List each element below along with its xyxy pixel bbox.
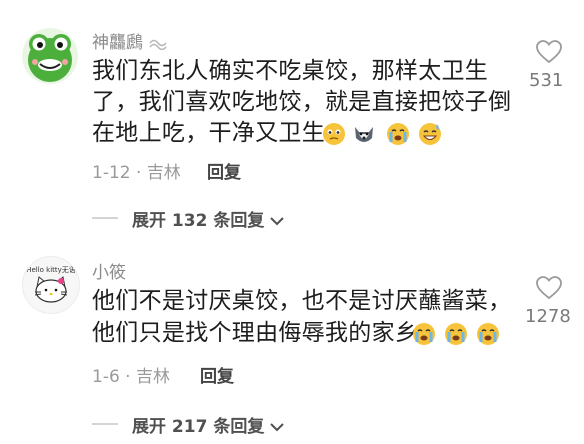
reply-button[interactable]: 回复 [207,158,241,183]
hello-kitty-icon [34,276,68,303]
comment-date: 1-12 [92,163,131,183]
comment-username[interactable]: 神龘鷉 [92,28,170,53]
frog-icon [28,34,72,82]
expand-replies-label[interactable]: 展开 217 条回复 [132,412,284,437]
pleading-face-emoji-icon [323,123,345,145]
frog-avatar[interactable] [22,28,78,84]
crying-face-emoji-icon [387,123,409,145]
expand-divider [92,217,118,219]
like-button[interactable] [528,276,568,306]
like-button[interactable] [528,40,568,70]
crying-face-emoji-icon [477,323,499,345]
comment-text-line: 他们不是讨厌桌饺，也不是讨厌蘸酱菜， [92,288,512,314]
comment-username[interactable]: 小筱 [92,258,126,283]
comment-meta: 1-12 · 吉林 [92,158,181,183]
crying-face-emoji-icon [445,323,467,345]
comment-location: 吉林 [146,163,181,183]
meta-dot: · [130,163,147,183]
comment-meta: 1-6 · 吉林 [92,362,170,387]
chevron-down-icon [270,423,284,432]
husky-emoji-icon [355,127,373,142]
like-count: 1278 [525,306,571,327]
chevron-down-icon [270,217,284,226]
reply-button[interactable]: 回复 [200,362,234,387]
sweat-grin-emoji-icon [419,123,441,145]
wave-icon [149,39,168,51]
crying-face-emoji-icon [413,323,435,345]
comment-location: 吉林 [136,367,170,387]
heart-icon [536,40,562,64]
hello-kitty-avatar[interactable]: Hello kitty无语 [22,256,80,314]
comment-text-line: 他们只是找个理由侮辱我的家乡 [92,320,419,346]
comment-text-line: 了，我们喜欢吃地饺，就是直接把饺子倒 [92,89,512,115]
expand-replies-label[interactable]: 展开 132 条回复 [132,206,284,231]
meta-dot: · [119,367,136,387]
comment-text-line: 在地上吃，干净又卫生 [92,120,325,146]
expand-divider [92,423,118,425]
comment-date: 1-6 [92,367,120,387]
comment-text-line: 我们东北人确实不吃桌饺，那样太卫生 [92,58,489,84]
like-count: 531 [529,70,564,91]
heart-icon [536,276,562,300]
